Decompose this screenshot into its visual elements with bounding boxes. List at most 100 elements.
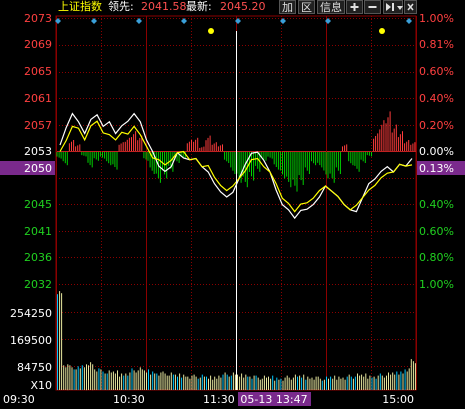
price-axis-label: 2036 (24, 251, 52, 264)
breadth-bar (143, 152, 145, 159)
volume-bar (344, 379, 346, 390)
breadth-bar (66, 152, 68, 166)
volume-bar (261, 378, 263, 390)
volume-bar (369, 375, 371, 390)
volume-bar (396, 371, 398, 390)
percent-axis-label: 1.00% (419, 278, 454, 291)
volume-bar (139, 367, 141, 390)
volume-axis-label: 169500 (10, 334, 52, 347)
volume-bar (398, 374, 400, 390)
volume-bar (121, 373, 123, 390)
volume-bar (278, 379, 280, 390)
breadth-bar (246, 152, 248, 188)
breadth-bar (58, 152, 60, 158)
breadth-bar (399, 134, 401, 151)
price-axis-label: 2069 (24, 38, 52, 51)
breadth-bar (135, 131, 137, 151)
breadth-bar (364, 152, 366, 163)
time-axis-label: 10:30 (113, 393, 145, 406)
breadth-bar (342, 146, 343, 151)
volume-bar (297, 376, 298, 390)
breadth-bar (311, 152, 312, 162)
volume-bar (83, 367, 85, 390)
volume-bar (357, 373, 358, 390)
price-axis-label: 2065 (24, 65, 52, 78)
volume-bar (255, 375, 257, 390)
breadth-bar (207, 137, 209, 151)
volume-bar (114, 373, 116, 390)
volume-bar (392, 372, 394, 390)
breadth-bar (290, 152, 292, 188)
breadth-bar (89, 152, 91, 166)
volume-bar (408, 368, 410, 390)
percent-axis-label: 1.00% (419, 12, 454, 25)
breadth-bar (406, 141, 408, 151)
breadth-bar (64, 152, 66, 164)
volume-bar (220, 377, 222, 390)
volume-bar (330, 376, 332, 390)
volume-bar (146, 372, 147, 390)
percent-axis-label: 0.60% (419, 65, 454, 78)
breadth-bar (294, 152, 296, 186)
breadth-bar (77, 145, 79, 151)
volume-bar (294, 374, 296, 390)
volume-bar (402, 373, 404, 390)
volume-bar (65, 367, 67, 390)
volume-bar (377, 375, 379, 390)
volume-bar (208, 378, 209, 390)
price-axis-label: 2061 (24, 92, 52, 105)
breadth-bar (238, 152, 240, 179)
volume-bar (266, 377, 267, 390)
volume-bar (237, 374, 238, 390)
volume-bar (404, 369, 406, 390)
volume-bar (311, 377, 313, 390)
breadth-bar (56, 152, 58, 157)
volume-bar (110, 372, 112, 390)
volume-bar (112, 371, 114, 390)
breadth-bar (263, 152, 265, 160)
intraday-chart[interactable]: 2073 2069 2065 2061 2057 2053 2045 2041 2036 2032… (0, 0, 465, 409)
volume-axis-label: X10 (30, 379, 52, 392)
volume-bar (390, 374, 392, 390)
breadth-bar (331, 152, 333, 179)
breadth-bar (71, 141, 72, 151)
volume-bar (135, 372, 137, 390)
volume-bar (292, 377, 294, 390)
breadth-bar (120, 143, 122, 151)
volume-bar (193, 374, 195, 390)
breadth-bar (352, 152, 354, 166)
price-axis-label: 2041 (24, 225, 52, 238)
breadth-bar (106, 152, 108, 162)
breadth-bar (360, 152, 362, 160)
volume-bar (247, 376, 249, 390)
breadth-bar (209, 135, 211, 151)
breadth-bar (87, 152, 89, 163)
volume-bar (346, 376, 348, 390)
breadth-bar (168, 152, 170, 166)
price-axis-label: 2053 (24, 145, 52, 158)
time-axis-label: 09:30 (3, 393, 35, 406)
volume-bar (241, 373, 243, 390)
volume-bar (354, 376, 356, 390)
breadth-bar (273, 152, 275, 165)
breadth-bar (271, 152, 273, 159)
volume-bar (67, 364, 69, 391)
volume-bar (206, 376, 207, 390)
breadth-bar (375, 136, 377, 151)
breadth-bar (385, 123, 387, 151)
breadth-bar (116, 152, 118, 170)
volume-bar (214, 376, 216, 390)
volume-bar (309, 378, 311, 390)
breadth-bar (244, 152, 246, 182)
breadth-bar (395, 124, 397, 151)
volume-bar (234, 374, 236, 390)
volume-axis-label: 254250 (10, 307, 52, 320)
breadth-bar (397, 137, 399, 151)
volume-bar (177, 376, 178, 390)
volume-bar (414, 363, 416, 390)
volume-bar (86, 364, 87, 391)
breadth-bar (133, 134, 135, 151)
volume-bar (249, 376, 251, 390)
price-axis-label: 2045 (24, 198, 52, 211)
volume-bar (152, 371, 154, 390)
